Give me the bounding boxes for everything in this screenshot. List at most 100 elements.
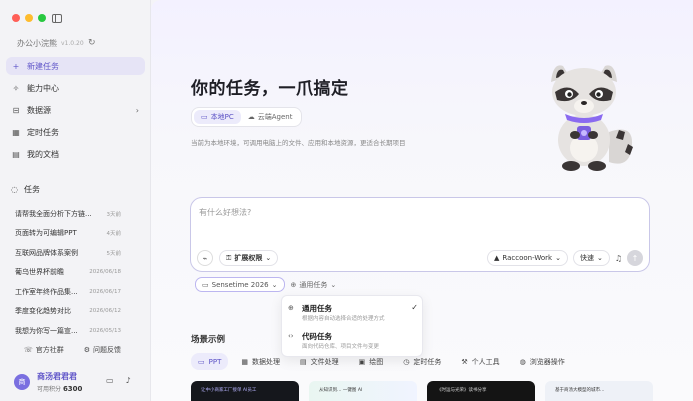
list-item[interactable]: 我想为你写一篇宣... 2026/05/13 [15,321,121,341]
sidebar-item-my-documents[interactable]: ▤ 我的文档 [6,145,145,163]
microphone-icon[interactable]: ♫ [615,254,622,263]
composer-tools: ⌁ ⚿ 扩展权限 ⌄ [197,250,279,266]
tab-file-processing[interactable]: ▤ 文件处理 [293,353,346,370]
tab-browser-operations[interactable]: ◍ 浏览器操作 [513,353,572,370]
user-points: 可用积分 6300 [37,384,82,393]
user-profile[interactable]: 商 商汤君君君 可用积分 6300 [14,371,82,393]
tab-ppt[interactable]: ▭ PPT [191,353,229,370]
example-card[interactable]: 《时运与光荣》读书分享 [427,381,535,401]
feedback-link[interactable]: ⚙ 问题反馈 [84,345,121,355]
tab-local-pc[interactable]: ▭ 本地PC [194,110,241,124]
menu-item-code-task[interactable]: ‹› 代码任务 面向代码仓库、项目文件与变更 [288,331,418,353]
document-icon: ▤ [12,149,20,159]
sidebar-item-scheduled-tasks[interactable]: ▦ 定时任务 [6,123,145,141]
wallet-icon[interactable]: ▭ [106,376,114,385]
user-name: 商汤君君君 [37,372,77,381]
tab-personal-tools[interactable]: ⚒ 个人工具 [454,353,506,370]
sidebar: 办公小浣熊 v1.0.20 ↻ + 新建任务 ✧ 能力中心 ⊟ 数据源 › ▦ … [0,0,151,401]
sidebar-item-new-task[interactable]: + 新建任务 [6,57,145,75]
attach-button[interactable]: ⌁ [197,250,213,266]
example-card[interactable]: 让中小商家工厂接单 AI员工 [191,381,299,401]
check-icon: ✓ [411,303,418,312]
refresh-icon[interactable]: ↻ [88,38,96,48]
task-time: 5天前 [106,250,122,257]
clock-icon: ◷ [403,357,410,366]
tab-label: 个人工具 [471,357,500,366]
avatar: 商 [14,374,30,390]
sidebar-item-capability-center[interactable]: ✧ 能力中心 [6,79,145,97]
community-label: 官方社群 [35,346,64,354]
prompt-composer: 有什么好想法? ⌁ ⚿ 扩展权限 ⌄ ▲ Raccoon-Work ⌄ 快速 ⌄… [190,197,650,272]
menu-item-description: 面向代码仓库、项目文件与变更 [302,344,380,350]
task-title: 互联网品牌体系案例 [15,248,78,257]
task-title: 我想为你写一篇宣... [15,326,78,335]
workspace-folder-select[interactable]: ▭ Sensetime 2026 ⌄ [195,277,285,292]
database-icon: ⊟ [12,105,20,115]
file-icon: ▤ [299,357,307,366]
task-title: 请帮我全面分析下方链... [15,209,92,218]
task-time: 3天前 [106,211,122,218]
tab-label: 绘图 [369,357,384,366]
tab-data-processing[interactable]: ▦ 数据处理 [234,353,287,370]
task-mode-dropdown: ⊕ 通用任务 根据内容自动选择合适的处理方式 ✓ ‹› 代码任务 面向代码仓库、… [281,295,423,357]
environment-description: 当前为本地环境，可调用电脑上的文件、应用和本地资源，更适合长期项目 [191,139,406,147]
send-button[interactable]: ↑ [627,250,643,266]
menu-item-title: 通用任务 [302,304,332,313]
maximize-window-button[interactable] [38,14,46,22]
minimize-window-button[interactable] [25,14,33,22]
table-icon: ▦ [241,357,248,366]
tab-label: 定时任务 [413,357,442,366]
speed-label: 快速 [579,254,594,262]
monitor-icon: ▭ [198,357,205,366]
sidebar-toggle-icon[interactable] [52,14,62,23]
sidebar-footer: ☏ 官方社群 ⚙ 问题反馈 [24,345,121,355]
menu-item-general-task[interactable]: ⊕ 通用任务 根据内容自动选择合适的处理方式 ✓ [288,303,418,325]
task-title: 工作室年终作品集... [15,287,78,296]
list-item[interactable]: 互联网品牌体系案例 5天前 [15,243,121,263]
task-time: 2026/06/12 [89,308,121,315]
tab-label: 云端Agent [257,113,293,121]
tab-label: 文件处理 [310,357,339,366]
tab-drawing[interactable]: ▣ 绘图 [352,353,391,370]
folder-icon: ▭ [202,280,209,289]
task-mode-select[interactable]: ⊕ 通用任务 ⌄ [291,280,337,290]
task-time: 2026/06/18 [89,269,121,276]
list-item[interactable]: 请帮我全面分析下方链... 3天前 [15,204,121,224]
task-time: 4天前 [106,231,122,238]
model-icon: ▲ [494,254,500,262]
list-item[interactable]: 季度变化趋势对比 2026/06/12 [15,302,121,322]
chevron-down-icon: ⌄ [555,254,561,262]
close-window-button[interactable] [12,14,20,22]
example-card-text: 让中小商家工厂接单 AI员工 [201,388,257,393]
extend-permission-label: 扩展权限 [234,254,263,262]
prompt-input[interactable]: 有什么好想法? [199,207,251,218]
community-link[interactable]: ☏ 官方社群 [24,345,64,355]
speed-select[interactable]: 快速 ⌄ [572,250,610,266]
model-select[interactable]: ▲ Raccoon-Work ⌄ [487,250,568,266]
tab-label: PPT [208,357,222,366]
example-card[interactable]: 基于商汤大模型的城市… [545,381,653,401]
bell-icon[interactable]: ♪ [126,376,131,385]
list-item[interactable]: 页面转为可编辑PPT 4天前 [15,224,121,244]
raccoon-mascot-image [551,65,633,171]
points-value: 6300 [62,385,83,393]
example-cards: 让中小商家工厂接单 AI员工 从知识到… 一键图 AI 《时运与光荣》读书分享 … [191,381,653,401]
general-task-icon: ⊕ [290,280,297,289]
code-icon: ‹› [288,332,294,340]
task-title: 季度变化趋势对比 [15,307,71,316]
list-item[interactable]: 葡乌世界杯前瞻 2026/06/18 [15,263,121,283]
key-icon: ⚿ [226,253,232,262]
feedback-label: 问题反馈 [93,346,122,354]
extend-permission-button[interactable]: ⚿ 扩展权限 ⌄ [219,250,279,266]
context-row: ▭ Sensetime 2026 ⌄ ⊕ 通用任务 ⌄ [195,277,336,292]
sidebar-item-data-source[interactable]: ⊟ 数据源 › [6,101,145,119]
tasks-heading-label: 任务 [23,185,40,194]
list-item[interactable]: 工作室年终作品集... 2026/06/17 [15,282,121,302]
user-actions: ▭ ♪ [106,376,131,385]
tab-scheduled-tasks[interactable]: ◷ 定时任务 [396,353,448,370]
task-time: 2026/06/17 [89,288,121,295]
tab-cloud-agent[interactable]: ☁ 云端Agent [241,110,300,124]
chevron-down-icon: ⌄ [271,280,278,289]
model-label: Raccoon-Work [502,254,553,262]
example-card[interactable]: 从知识到… 一键图 AI [309,381,417,401]
